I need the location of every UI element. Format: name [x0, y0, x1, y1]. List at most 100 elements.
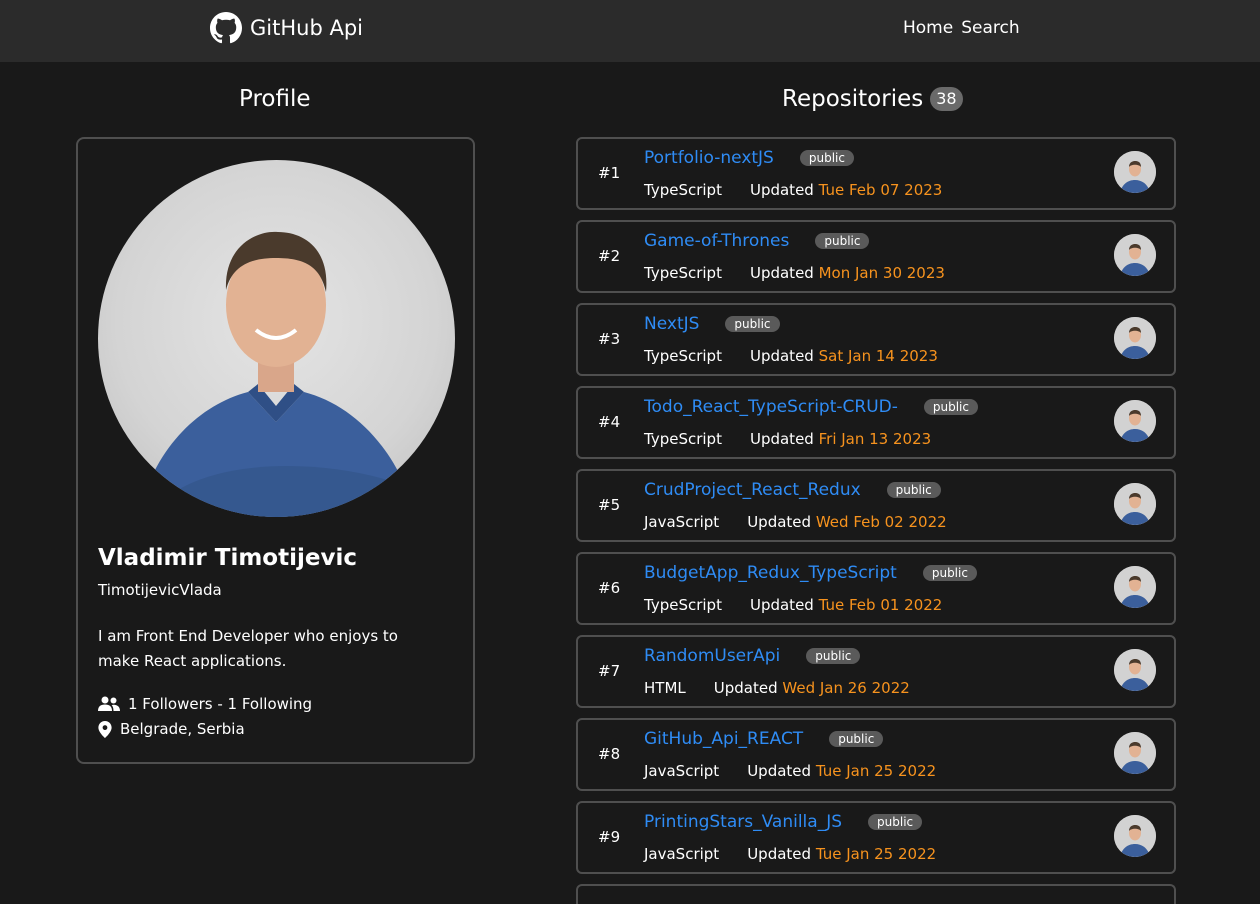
repo-updated-date: Sat Jan 14 2023 — [818, 347, 938, 365]
brand-title: GitHub Api — [250, 16, 363, 40]
followers-text: 1 Followers - 1 Following — [128, 695, 313, 713]
repo-name[interactable]: CrudProject_React_Redux — [644, 480, 861, 500]
repo-updated-date: Fri Jan 13 2023 — [818, 430, 932, 448]
repositories-count-badge: 38 — [930, 87, 963, 111]
profile-avatar — [98, 160, 455, 517]
repo-number: #7 — [598, 662, 621, 680]
map-pin-icon — [98, 720, 112, 738]
repo-owner-avatar — [1114, 815, 1156, 857]
repo-name-link[interactable]: Portfolio-nextJS public — [644, 148, 854, 168]
profile-location: Belgrade, Serbia — [98, 720, 245, 738]
repo-item[interactable]: #6 BudgetApp_Redux_TypeScript public Type… — [576, 552, 1176, 625]
repo-language: TypeScript — [644, 596, 722, 614]
repo-item[interactable]: #9 PrintingStars_Vanilla_JS public JavaSc… — [576, 801, 1176, 874]
repo-number: #8 — [598, 745, 621, 763]
repo-updated-date: Mon Jan 30 2023 — [818, 264, 945, 282]
repo-number: #4 — [598, 413, 621, 431]
repo-name[interactable]: NextJS — [644, 314, 699, 334]
repo-updated-label: Updated — [749, 430, 814, 448]
repo-name[interactable]: RandomUserApi — [644, 646, 780, 666]
repo-updated-date: Tue Feb 01 2022 — [818, 596, 943, 614]
repo-item[interactable]: #7 RandomUserApi public HTML Updated Wed J… — [576, 635, 1176, 708]
repo-name-link[interactable]: NextJS public — [644, 314, 780, 334]
repo-name-link[interactable]: CrudProject_React_Redux public — [644, 480, 941, 500]
top-navbar: GitHub Api Home Search — [0, 0, 1260, 62]
repo-item[interactable]: #2 Game-of-Thrones public TypeScript Updat… — [576, 220, 1176, 293]
repo-meta: TypeScript Updated Tue Feb 07 2023 — [644, 181, 942, 199]
repositories-section-title: Repositories 38 — [782, 86, 963, 112]
repo-visibility-badge: public — [806, 648, 861, 664]
repo-owner-avatar — [1114, 732, 1156, 774]
repo-number: #9 — [598, 828, 621, 846]
repo-owner-avatar — [1114, 483, 1156, 525]
repo-owner-avatar — [1114, 317, 1156, 359]
profile-followers: 1 Followers - 1 Following — [98, 695, 312, 713]
repo-language: TypeScript — [644, 347, 722, 365]
repo-language: JavaScript — [644, 513, 720, 531]
repo-owner-avatar — [1114, 400, 1156, 442]
repo-name[interactable]: Todo_React_TypeScript-CRUD- — [644, 397, 898, 417]
repo-visibility-badge: public — [815, 233, 870, 249]
repositories-title-text: Repositories — [782, 86, 924, 112]
profile-bio: I am Front End Developer who enjoys to m… — [98, 627, 398, 670]
repo-updated-label: Updated — [713, 679, 778, 697]
repo-number: #2 — [598, 247, 621, 265]
profile-username: TimotijevicVlada — [98, 581, 222, 599]
repo-visibility-badge: public — [923, 399, 978, 415]
repo-item[interactable]: #1 Portfolio-nextJS public TypeScript Upda… — [576, 137, 1176, 210]
repo-updated-label: Updated — [747, 845, 812, 863]
repo-meta: JavaScript Updated Wed Feb 02 2022 — [644, 513, 947, 531]
repo-item[interactable]: #3 NextJS public TypeScript Updated Sat Ja… — [576, 303, 1176, 376]
repo-name-link[interactable]: RandomUserApi public — [644, 646, 861, 666]
repo-meta: TypeScript Updated Fri Jan 13 2023 — [644, 430, 931, 448]
repo-item[interactable]: #5 CrudProject_React_Redux public JavaScr… — [576, 469, 1176, 542]
repo-meta: TypeScript Updated Mon Jan 30 2023 — [644, 264, 945, 282]
repo-name-link[interactable]: Game-of-Thrones public — [644, 231, 870, 251]
repo-visibility-badge: public — [868, 814, 923, 830]
repo-name[interactable]: BudgetApp_Redux_TypeScript — [644, 563, 897, 583]
repo-language: JavaScript — [644, 762, 720, 780]
repo-name[interactable]: GitHub_Api_REACT — [644, 729, 803, 749]
repo-visibility-badge: public — [725, 316, 780, 332]
repo-name-link[interactable]: PrintingStars_Vanilla_JS public — [644, 812, 923, 832]
profile-name: Vladimir Timotijevic — [98, 545, 357, 571]
repo-owner-avatar — [1114, 234, 1156, 276]
repo-meta: HTML Updated Wed Jan 26 2022 — [644, 679, 910, 697]
repo-meta: TypeScript Updated Sat Jan 14 2023 — [644, 347, 938, 365]
repo-item-partial[interactable] — [576, 884, 1176, 904]
repo-owner-avatar — [1114, 151, 1156, 193]
repo-updated-label: Updated — [747, 762, 812, 780]
repo-name-link[interactable]: BudgetApp_Redux_TypeScript public — [644, 563, 977, 583]
repo-owner-avatar — [1114, 649, 1156, 691]
repo-updated-date: Wed Jan 26 2022 — [782, 679, 910, 697]
repo-visibility-badge: public — [799, 150, 854, 166]
repo-meta: JavaScript Updated Tue Jan 25 2022 — [644, 762, 936, 780]
repo-item[interactable]: #4 Todo_React_TypeScript-CRUD-public Typ… — [576, 386, 1176, 459]
repo-name[interactable]: PrintingStars_Vanilla_JS — [644, 812, 842, 832]
nav-links: Home Search — [903, 18, 1020, 38]
brand-link[interactable]: GitHub Api — [210, 12, 363, 44]
repo-name[interactable]: Portfolio-nextJS — [644, 148, 774, 168]
repo-updated-label: Updated — [749, 596, 814, 614]
repo-name[interactable]: Game-of-Thrones — [644, 231, 789, 251]
repo-name-link[interactable]: Todo_React_TypeScript-CRUD-public — [644, 397, 978, 417]
repo-item[interactable]: #8 GitHub_Api_REACT public JavaScript Upda… — [576, 718, 1176, 791]
repo-name-link[interactable]: GitHub_Api_REACT public — [644, 729, 884, 749]
profile-section-title: Profile — [239, 86, 311, 112]
repo-updated-label: Updated — [747, 513, 812, 531]
nav-search-link[interactable]: Search — [961, 18, 1019, 38]
repo-meta: JavaScript Updated Tue Jan 25 2022 — [644, 845, 936, 863]
repo-updated-date: Tue Jan 25 2022 — [815, 762, 937, 780]
repo-language: TypeScript — [644, 181, 722, 199]
profile-card: Vladimir Timotijevic TimotijevicVlada I … — [76, 137, 475, 764]
repo-language: JavaScript — [644, 845, 720, 863]
repo-updated-label: Updated — [749, 181, 814, 199]
repo-number: #6 — [598, 579, 621, 597]
repo-meta: TypeScript Updated Tue Feb 01 2022 — [644, 596, 942, 614]
repo-number: #3 — [598, 330, 621, 348]
repo-number: #5 — [598, 496, 621, 514]
repo-updated-date: Wed Feb 02 2022 — [815, 513, 947, 531]
nav-home-link[interactable]: Home — [903, 18, 953, 38]
repo-visibility-badge: public — [829, 731, 884, 747]
repo-number: #1 — [598, 164, 621, 182]
